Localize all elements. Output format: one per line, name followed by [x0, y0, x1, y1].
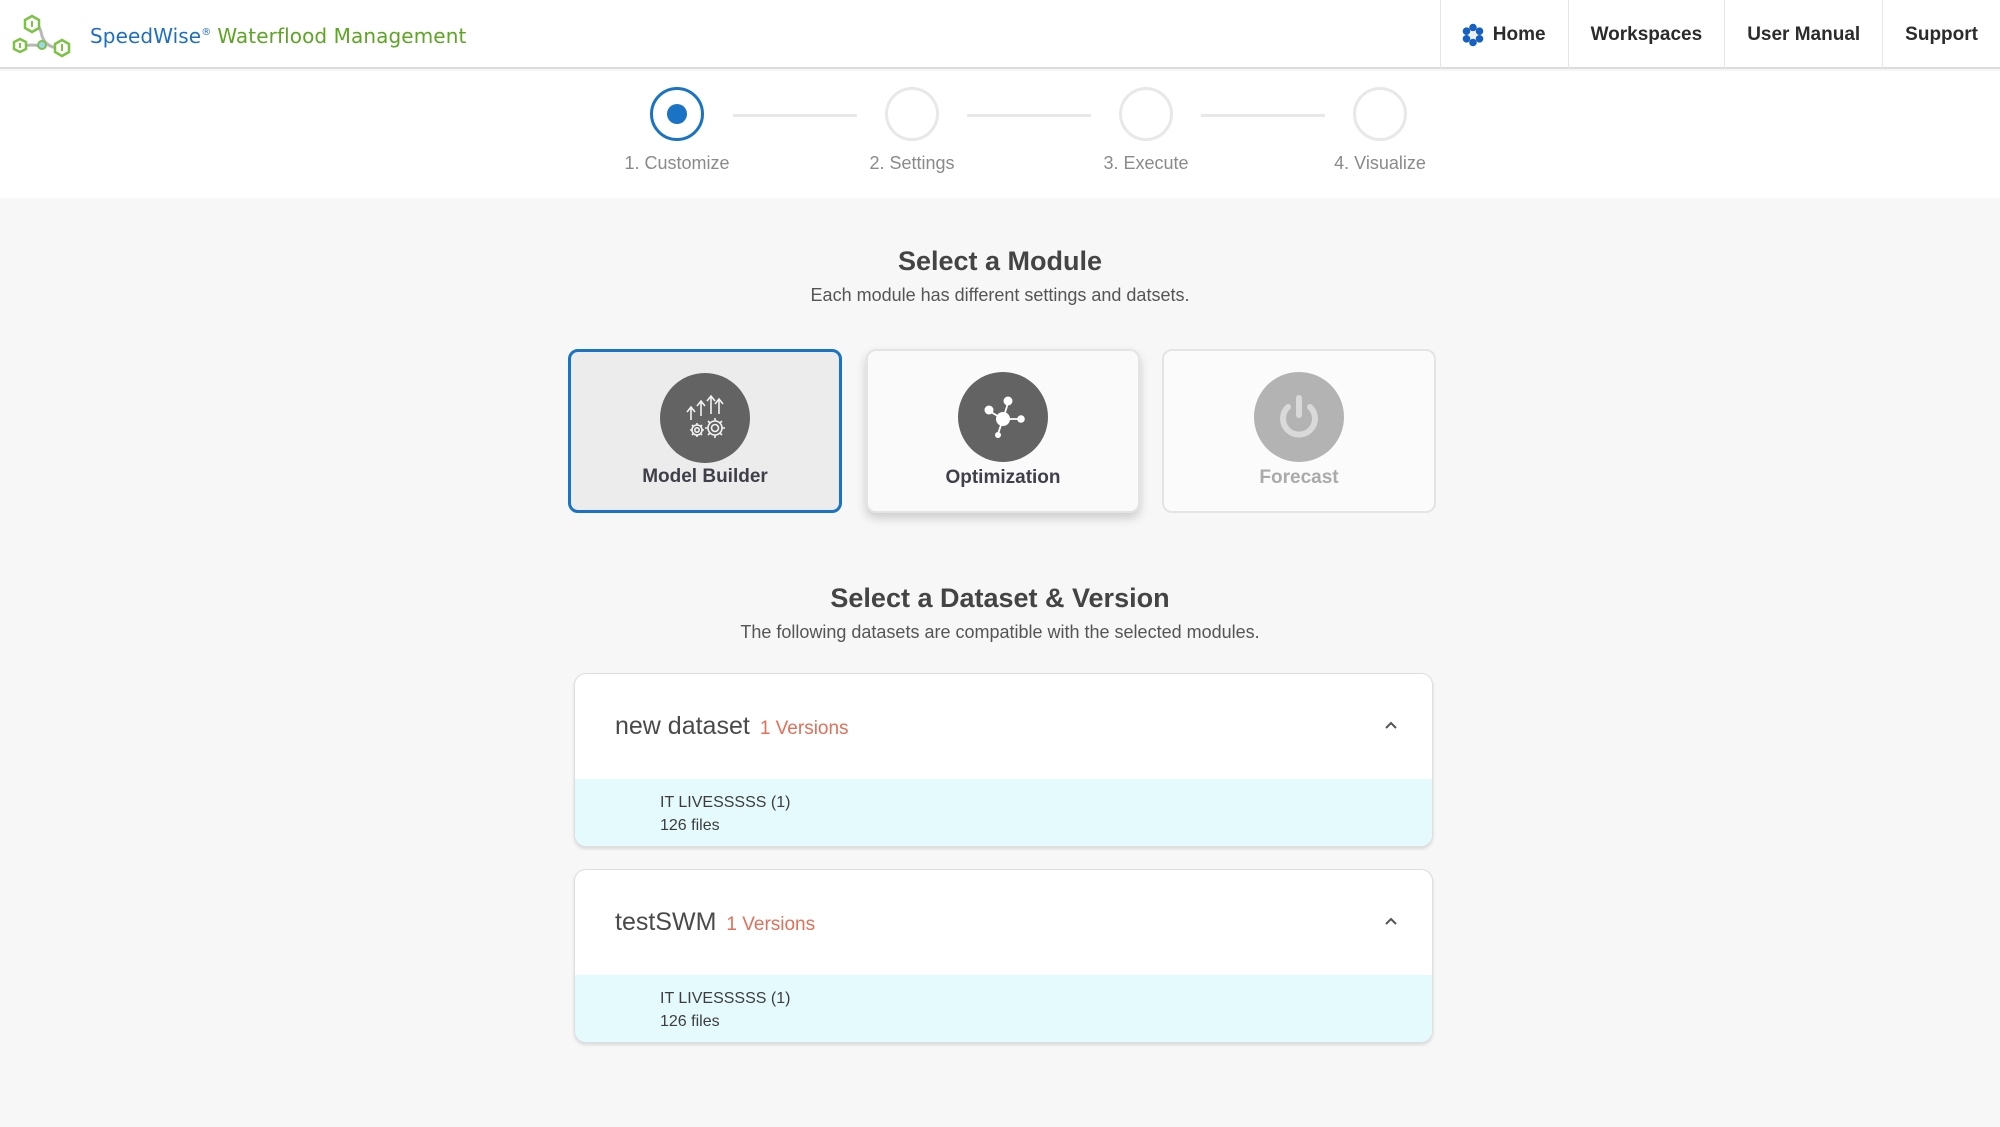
product-name: Waterflood Management — [217, 24, 467, 48]
module-icon-bg — [660, 373, 750, 463]
step-execute[interactable]: 3. Execute — [1066, 71, 1226, 181]
versions-count: 1 Versions — [726, 914, 816, 935]
version-name: IT LIVESSSSS (1) — [660, 794, 791, 811]
module-icon-bg — [958, 372, 1048, 462]
step-label: 2. Settings — [869, 153, 955, 173]
nav-home[interactable]: Home — [1439, 0, 1568, 69]
network-nodes-icon — [984, 396, 1025, 438]
brand-name: SpeedWise — [90, 24, 202, 48]
app-header: SpeedWise® Waterflood Management Home Wor… — [0, 0, 2000, 69]
top-nav: Home Workspaces User Manual Support — [1439, 0, 2000, 69]
nav-support[interactable]: Support — [1882, 0, 2000, 69]
dataset-name: new dataset — [615, 712, 750, 740]
power-icon — [1280, 395, 1318, 438]
nav-workspaces[interactable]: Workspaces — [1567, 0, 1725, 69]
step-visualize[interactable]: 4. Visualize — [1300, 71, 1460, 181]
step-label: 4. Visualize — [1334, 153, 1426, 173]
nav-home-label: Home — [1492, 23, 1546, 45]
step-label: 1. Customize — [624, 153, 730, 173]
arrows-gears-icon — [686, 394, 725, 438]
module-label: Optimization — [945, 467, 1061, 488]
nav-user-manual-label: User Manual — [1747, 23, 1861, 45]
module-card-model-builder[interactable]: Model Builder — [568, 349, 842, 513]
dataset-panel-testswm: testSWM 1 Versions IT LIVESSSSS (1) 126 f… — [574, 869, 1433, 1043]
chevron-up-icon[interactable] — [1380, 910, 1402, 932]
step-circle — [1119, 87, 1173, 141]
step-customize[interactable]: 1. Customize — [597, 71, 757, 181]
step-label: 3. Execute — [1103, 153, 1189, 173]
version-file-count: 126 files — [660, 1013, 720, 1030]
module-card-forecast: Forecast — [1162, 349, 1436, 513]
module-section-subtitle: Each module has different settings and d… — [810, 285, 1190, 305]
nav-workspaces-label: Workspaces — [1590, 23, 1703, 45]
home-flower-icon — [1462, 23, 1484, 46]
dataset-name: testSWM — [615, 908, 717, 936]
step-circle — [885, 87, 939, 141]
step-circle-active — [650, 87, 704, 141]
version-name: IT LIVESSSSS (1) — [660, 990, 791, 1007]
brand[interactable]: SpeedWise® Waterflood Management — [12, 14, 466, 58]
registered-mark: ® — [201, 27, 212, 39]
version-file-count: 126 files — [660, 817, 720, 834]
hexagon-network-logo-icon — [12, 14, 71, 58]
step-circle — [1353, 87, 1407, 141]
version-row[interactable]: IT LIVESSSSS (1) 126 files — [575, 779, 1432, 846]
versions-count: 1 Versions — [759, 718, 849, 739]
nav-user-manual[interactable]: User Manual — [1724, 0, 1882, 69]
module-card-optimization[interactable]: Optimization — [866, 349, 1140, 513]
chevron-up-icon[interactable] — [1380, 714, 1402, 736]
dataset-section-title: Select a Dataset & Version — [830, 583, 1170, 613]
progress-stepper: 1. Customize 2. Settings 3. Execute 4. V… — [0, 71, 2000, 198]
dataset-header[interactable]: new dataset 1 Versions — [575, 674, 1432, 779]
nav-support-label: Support — [1905, 23, 1978, 45]
version-row[interactable]: IT LIVESSSSS (1) 126 files — [575, 975, 1432, 1042]
step-settings[interactable]: 2. Settings — [832, 71, 992, 181]
module-icon-bg — [1254, 372, 1344, 462]
dataset-panel-new-dataset: new dataset 1 Versions IT LIVESSSSS (1) 1… — [574, 673, 1433, 847]
dataset-header[interactable]: testSWM 1 Versions — [575, 870, 1432, 975]
module-section-title: Select a Module — [897, 246, 1103, 276]
dataset-section-subtitle: The following datasets are compatible wi… — [740, 622, 1260, 642]
app-title: SpeedWise® Waterflood Management — [90, 24, 466, 48]
module-label: Model Builder — [642, 466, 768, 487]
module-label: Forecast — [1259, 467, 1339, 488]
